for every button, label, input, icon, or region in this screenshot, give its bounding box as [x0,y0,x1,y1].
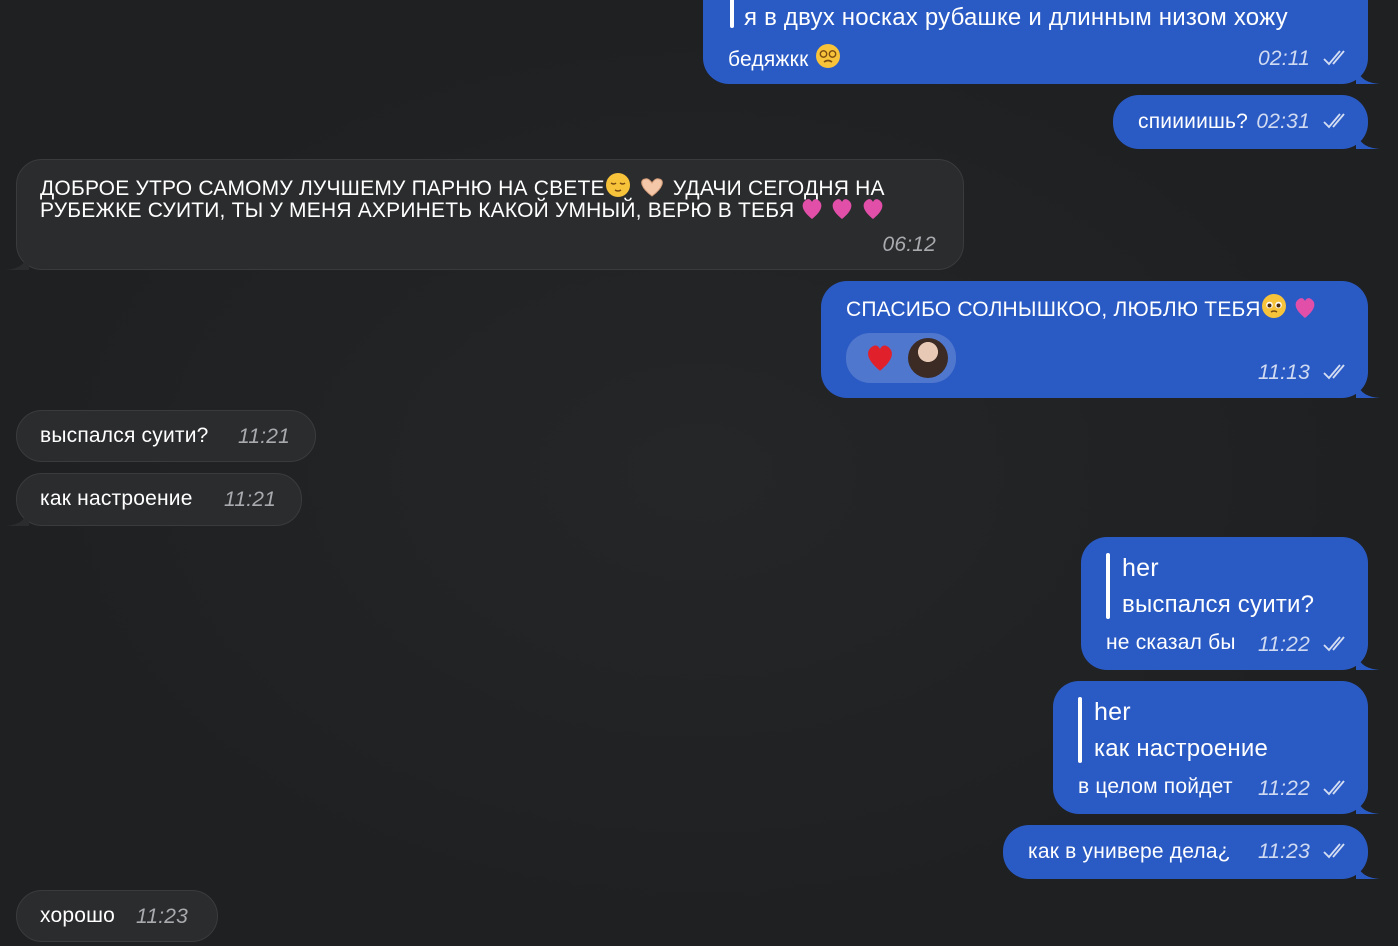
avatar [908,338,948,378]
message-text-line: РУБЕЖКЕ СУИТИ, ТЫ У МЕНЯ АХРИНЕТЬ КАКОЙ … [40,198,885,227]
pink-heart-emoji-icon [861,198,885,227]
message-outgoing[interactable]: her как настроение в целом пойдет 11:22 [1053,681,1368,814]
message-incoming[interactable]: как настроение 11:21 [16,473,302,526]
pink-heart-emoji-icon [830,198,854,227]
reply-author: her [1094,698,1131,726]
dizzy-face-emoji-icon [815,43,841,76]
message-time: 02:31 [1256,109,1352,135]
double-check-icon [1323,843,1345,859]
message-text: как в универе дела¿ [1028,840,1231,863]
reply-quoted-text: как настроение [1094,735,1268,762]
message-outgoing[interactable]: спиииишь? 02:31 [1113,95,1368,149]
message-incoming[interactable]: выспался суити? 11:21 [16,410,316,462]
message-outgoing[interactable]: я в двух носках рубашке и длинным низом … [703,0,1368,84]
message-text: СПАСИБО СОЛНЫШКОО, ЛЮБЛЮ ТЕБЯ [846,293,1317,326]
message-text: спиииишь? [1138,110,1249,133]
double-check-icon [1323,50,1345,66]
message-text: бедяжкк [728,43,841,76]
message-time: 11:13 [1258,360,1352,386]
pink-heart-emoji-icon [1293,297,1317,326]
double-check-icon [1323,780,1345,796]
message-time: 11:22 [1258,776,1352,802]
quote-bar [1078,697,1082,763]
message-time: 02:11 [1258,46,1352,72]
reaction-pill[interactable] [846,333,956,383]
message-text: не сказал бы [1106,631,1236,654]
message-time: 11:23 [1258,839,1352,865]
double-check-icon [1323,636,1345,652]
message-text: выспался суити? [40,424,209,447]
double-check-icon [1323,364,1345,380]
message-time: 11:23 [136,905,188,928]
quote-bar [1106,553,1110,619]
message-time: 06:12 [882,233,936,256]
pink-heart-emoji-icon [800,198,824,227]
quoted-text: я в двух носках рубашке и длинным низом … [744,4,1288,31]
message-outgoing[interactable]: СПАСИБО СОЛНЫШКОО, ЛЮБЛЮ ТЕБЯ 11:13 [821,281,1368,398]
message-text: в целом пойдет [1078,775,1233,798]
reply-author: her [1122,554,1159,582]
message-time: 11:22 [1258,632,1352,658]
reply-quoted-text: выспался суити? [1122,591,1315,618]
message-text: как настроение [40,487,193,510]
message-outgoing[interactable]: как в универе дела¿ 11:23 [1003,825,1368,879]
message-time: 11:21 [224,488,276,511]
chat-area[interactable]: я в двух носках рубашке и длинным низом … [0,0,1398,946]
message-incoming[interactable]: хорошо 11:23 [16,890,218,942]
double-check-icon [1323,113,1345,129]
message-incoming[interactable]: ДОБРОЕ УТРО САМОМУ ЛУЧШЕМУ ПАРНЮ НА СВЕТ… [16,159,964,270]
pleading-face-emoji-icon [1261,293,1287,326]
message-text: хорошо [40,904,116,927]
red-heart-icon [864,344,896,379]
message-outgoing[interactable]: her выспался суити? не сказал бы 11:22 [1081,537,1368,670]
message-time: 11:21 [238,425,290,448]
quote-bar [730,0,734,28]
